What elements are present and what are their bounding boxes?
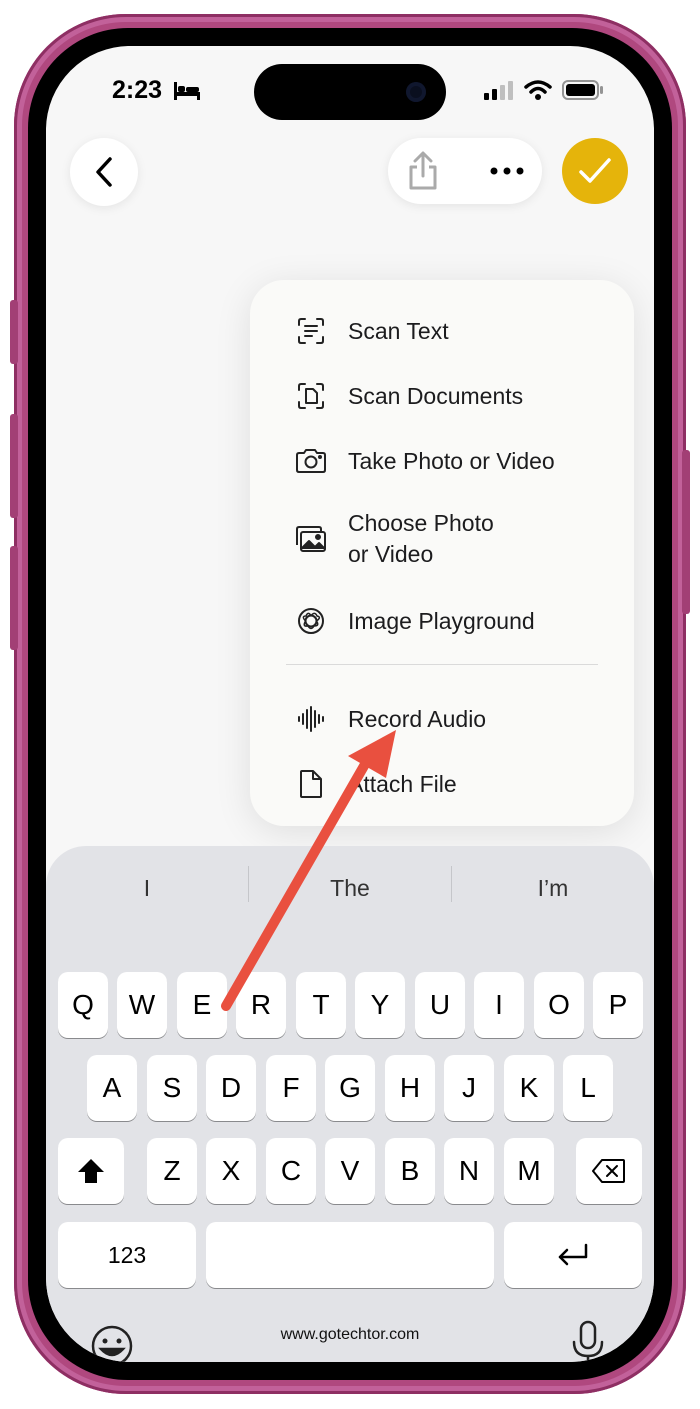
menu-item-label: Scan Text bbox=[348, 317, 449, 344]
volume-up-button bbox=[10, 414, 18, 518]
key-m[interactable]: M bbox=[504, 1138, 554, 1204]
key-q[interactable]: Q bbox=[58, 972, 108, 1038]
power-button bbox=[682, 450, 690, 614]
delete-key[interactable] bbox=[576, 1138, 642, 1204]
key-i[interactable]: I bbox=[474, 972, 524, 1038]
back-button[interactable] bbox=[70, 138, 138, 206]
scan-documents-icon bbox=[294, 379, 328, 413]
key-e[interactable]: E bbox=[177, 972, 227, 1038]
key-h[interactable]: H bbox=[385, 1055, 435, 1121]
shift-icon bbox=[78, 1159, 104, 1183]
action-button bbox=[10, 300, 18, 364]
menu-item-label: Choose Photo or Video bbox=[348, 510, 494, 567]
dynamic-island bbox=[254, 64, 446, 120]
key-o[interactable]: O bbox=[534, 972, 584, 1038]
status-icons bbox=[484, 80, 604, 100]
key-g[interactable]: G bbox=[325, 1055, 375, 1121]
chevron-left-icon bbox=[96, 157, 112, 187]
menu-item-label: Take Photo or Video bbox=[348, 447, 555, 474]
space-key[interactable] bbox=[206, 1222, 494, 1288]
key-f[interactable]: F bbox=[266, 1055, 316, 1121]
menu-item-scan-text[interactable]: Scan Text bbox=[250, 314, 634, 348]
key-j[interactable]: J bbox=[444, 1055, 494, 1121]
suggestion-1[interactable]: I bbox=[46, 868, 248, 908]
key-u[interactable]: U bbox=[415, 972, 465, 1038]
key-p[interactable]: P bbox=[593, 972, 643, 1038]
cellular-signal-icon bbox=[484, 81, 513, 100]
key-d[interactable]: D bbox=[206, 1055, 256, 1121]
suggestion-2[interactable]: The bbox=[249, 868, 451, 908]
key-t[interactable]: T bbox=[296, 972, 346, 1038]
menu-item-image-playground[interactable]: Image Playground bbox=[250, 604, 634, 638]
menu-item-scan-documents[interactable]: Scan Documents bbox=[250, 379, 634, 413]
delete-icon bbox=[592, 1159, 625, 1183]
menu-item-attach-file[interactable]: Attach File bbox=[250, 767, 634, 801]
status-time: 2:23 bbox=[112, 76, 163, 104]
menu-item-label: Image Playground bbox=[348, 607, 535, 634]
wifi-icon bbox=[524, 80, 552, 100]
menu-item-choose-photo[interactable]: Choose Photo or Video bbox=[250, 507, 634, 571]
menu-item-record-audio[interactable]: Record Audio bbox=[250, 702, 634, 736]
share-icon bbox=[409, 151, 437, 190]
menu-item-label: Scan Documents bbox=[348, 382, 524, 409]
key-b[interactable]: B bbox=[385, 1138, 435, 1204]
volume-down-button bbox=[10, 546, 18, 650]
screen: 2:23 Scan Text Scan Documents Take Photo… bbox=[46, 46, 654, 1362]
key-s[interactable]: S bbox=[147, 1055, 197, 1121]
key-n[interactable]: N bbox=[444, 1138, 494, 1204]
scan-text-icon bbox=[294, 314, 328, 348]
key-x[interactable]: X bbox=[206, 1138, 256, 1204]
suggestion-3[interactable]: I’m bbox=[452, 868, 654, 908]
key-r[interactable]: R bbox=[236, 972, 286, 1038]
numbers-key[interactable]: 123 bbox=[58, 1222, 196, 1288]
key-v[interactable]: V bbox=[325, 1138, 375, 1204]
camera-icon bbox=[294, 444, 328, 478]
key-c[interactable]: C bbox=[266, 1138, 316, 1204]
key-z[interactable]: Z bbox=[147, 1138, 197, 1204]
checkmark-icon bbox=[579, 158, 611, 183]
share-button[interactable] bbox=[388, 138, 458, 204]
key-a[interactable]: A bbox=[87, 1055, 137, 1121]
done-button[interactable] bbox=[562, 138, 628, 204]
more-icon bbox=[490, 167, 524, 175]
shift-key[interactable] bbox=[58, 1138, 124, 1204]
more-button[interactable] bbox=[472, 138, 542, 204]
battery-icon bbox=[562, 80, 603, 100]
toolbar-pill bbox=[388, 138, 542, 204]
menu-item-label: Attach File bbox=[348, 770, 457, 797]
key-l[interactable]: L bbox=[563, 1055, 613, 1121]
photo-library-icon bbox=[294, 522, 328, 556]
menu-divider bbox=[286, 664, 598, 665]
key-k[interactable]: K bbox=[504, 1055, 554, 1121]
keyboard: I The I’m Q W E R T Y U I O P A S D F G … bbox=[46, 846, 654, 1362]
attachment-menu: Scan Text Scan Documents Take Photo or V… bbox=[250, 280, 634, 826]
menu-item-label: Record Audio bbox=[348, 705, 487, 732]
sleep-focus-icon bbox=[174, 82, 200, 100]
return-key[interactable] bbox=[504, 1222, 642, 1288]
return-icon bbox=[558, 1243, 588, 1266]
key-w[interactable]: W bbox=[117, 972, 167, 1038]
image-playground-icon bbox=[294, 604, 328, 638]
key-y[interactable]: Y bbox=[355, 972, 405, 1038]
waveform-icon bbox=[294, 702, 328, 736]
document-icon bbox=[294, 767, 328, 801]
watermark: www.gotechtor.com bbox=[280, 1326, 420, 1343]
menu-item-take-photo[interactable]: Take Photo or Video bbox=[250, 444, 634, 478]
